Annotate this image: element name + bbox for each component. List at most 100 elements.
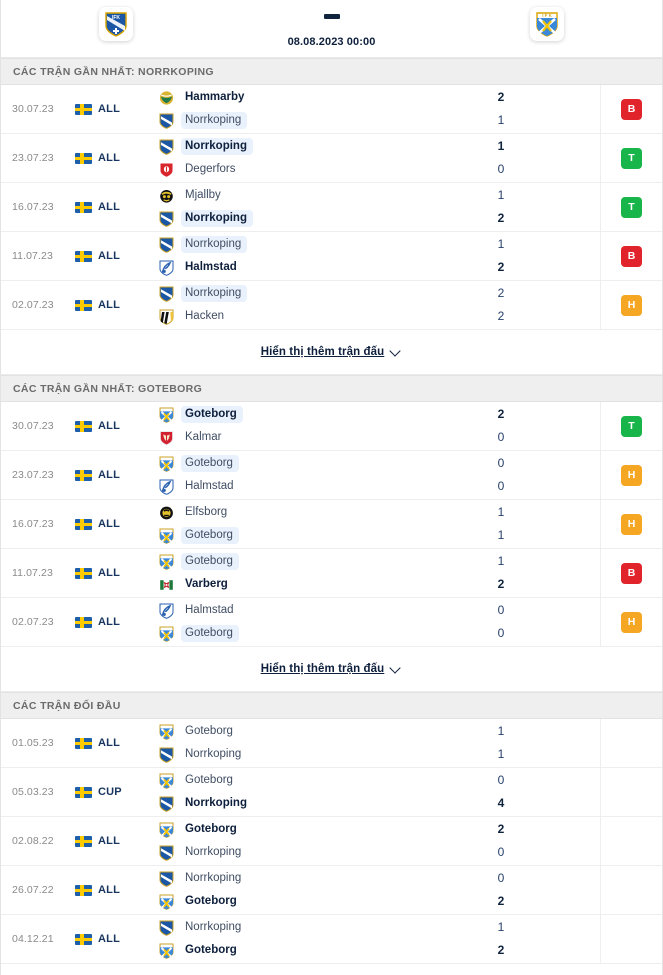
team-name[interactable]: Norrkoping	[181, 285, 248, 302]
team-line-away[interactable]: Norrkoping	[159, 844, 450, 861]
team-name[interactable]: Norrkoping	[181, 138, 253, 155]
team-line-home[interactable]: Norrkoping	[159, 919, 450, 936]
table-row[interactable]: 11.07.23 ALL Norrkoping Halmstad 1 2 B	[1, 232, 662, 281]
table-row[interactable]: 16.07.23 ALL Mjallby Norrkoping 1 2 T	[1, 183, 662, 232]
competition-cell[interactable]: ALL	[75, 719, 153, 767]
team-name[interactable]: Goteborg	[181, 527, 239, 544]
team-name[interactable]: Goteborg	[181, 553, 239, 570]
table-row[interactable]: 30.07.23 ALL Hammarby Norrkoping 2 1 B	[1, 85, 662, 134]
team-name[interactable]: Norrkoping	[181, 210, 253, 227]
table-row[interactable]: 23.07.23 ALL Norrkoping Degerfors 1 0 T	[1, 134, 662, 183]
home-team-block[interactable]: IFK	[1, 4, 231, 41]
team-line-away[interactable]: Norrkoping	[159, 746, 450, 763]
team-name[interactable]: Norrkoping	[181, 746, 247, 763]
team-name[interactable]: Goteborg	[181, 406, 243, 423]
show-more-matches-button-recent-goteborg[interactable]: Hiển thị thêm trận đấu	[1, 647, 662, 692]
team-name[interactable]: Halmstad	[181, 602, 240, 619]
table-row[interactable]: 02.07.23 ALL Halmstad Goteborg 0 0 H	[1, 598, 662, 647]
team-name[interactable]: Hacken	[181, 308, 230, 325]
team-line-home[interactable]: Goteborg	[159, 553, 450, 570]
competition-cell[interactable]: ALL	[75, 549, 153, 597]
competition-cell[interactable]: ALL	[75, 134, 153, 182]
match-date: 02.07.23	[12, 299, 54, 311]
team-name[interactable]: Kalmar	[181, 429, 227, 446]
team-line-away[interactable]: Goteborg	[159, 625, 450, 642]
competition-cell[interactable]: CUP	[75, 768, 153, 816]
table-row[interactable]: 02.07.23 ALL Norrkoping Hacken 2 2 H	[1, 281, 662, 330]
team-name[interactable]: Halmstad	[181, 259, 243, 276]
team-line-away[interactable]: Goteborg	[159, 942, 450, 959]
team-line-away[interactable]: Goteborg	[159, 893, 450, 910]
team-line-away[interactable]: Hacken	[159, 308, 450, 325]
team-name[interactable]: Varberg	[181, 576, 234, 593]
table-row[interactable]: 02.08.22 ALL Goteborg Norrkoping 2 0	[1, 817, 662, 866]
team-line-away[interactable]: Varberg	[159, 576, 450, 593]
competition-cell[interactable]: ALL	[75, 817, 153, 865]
team-line-away[interactable]: Halmstad	[159, 478, 450, 495]
competition-cell[interactable]: ALL	[75, 85, 153, 133]
away-team-block[interactable]: I F K	[432, 4, 662, 41]
competition-cell[interactable]: ALL	[75, 598, 153, 646]
goteborg-crest-icon	[159, 456, 174, 472]
competition-cell[interactable]: ALL	[75, 232, 153, 280]
team-line-away[interactable]: Kalmar	[159, 429, 450, 446]
team-name[interactable]: Norrkoping	[181, 795, 253, 812]
team-name[interactable]: Hammarby	[181, 89, 250, 106]
competition-cell[interactable]: ALL	[75, 451, 153, 499]
team-name[interactable]: Degerfors	[181, 161, 242, 178]
team-line-home[interactable]: Elfsborg	[159, 504, 450, 521]
team-line-home[interactable]: Norrkoping	[159, 870, 450, 887]
sweden-flag-icon	[75, 786, 92, 798]
team-line-home[interactable]: Goteborg	[159, 455, 450, 472]
table-row[interactable]: 01.05.23 ALL Goteborg Norrkoping 1 1	[1, 719, 662, 768]
competition-cell[interactable]: ALL	[75, 281, 153, 329]
team-line-home[interactable]: Norrkoping	[159, 236, 450, 253]
show-more-matches-button-recent-norrkoping[interactable]: Hiển thị thêm trận đấu	[1, 330, 662, 375]
team-name[interactable]: Norrkoping	[181, 844, 247, 861]
team-name[interactable]: Norrkoping	[181, 870, 247, 887]
team-line-away[interactable]: Halmstad	[159, 259, 450, 276]
team-line-away[interactable]: Norrkoping	[159, 112, 450, 129]
team-name[interactable]: Goteborg	[181, 625, 239, 642]
team-line-away[interactable]: Norrkoping	[159, 795, 450, 812]
team-line-home[interactable]: Mjallby	[159, 187, 450, 204]
team-name[interactable]: Norrkoping	[181, 112, 248, 129]
score-home: 0	[497, 773, 505, 787]
competition-cell[interactable]: ALL	[75, 915, 153, 963]
team-name[interactable]: Goteborg	[181, 772, 239, 789]
team-name[interactable]: Goteborg	[181, 893, 243, 910]
team-line-home[interactable]: Hammarby	[159, 89, 450, 106]
match-date: 11.07.23	[12, 250, 53, 262]
team-name[interactable]: Goteborg	[181, 723, 239, 740]
team-line-home[interactable]: Goteborg	[159, 821, 450, 838]
table-row[interactable]: 11.07.23 ALL Goteborg Varberg 1 2 B	[1, 549, 662, 598]
team-name[interactable]: Goteborg	[181, 455, 239, 472]
competition-cell[interactable]: ALL	[75, 866, 153, 914]
team-line-home[interactable]: Goteborg	[159, 723, 450, 740]
table-row[interactable]: 05.03.23 CUP Goteborg Norrkoping 0 4	[1, 768, 662, 817]
team-name[interactable]: Goteborg	[181, 942, 243, 959]
table-row[interactable]: 30.07.23 ALL Goteborg Kalmar 2 0 T	[1, 402, 662, 451]
team-line-home[interactable]: Norrkoping	[159, 138, 450, 155]
team-line-home[interactable]: Goteborg	[159, 772, 450, 789]
teams-cell: Goteborg Kalmar	[153, 402, 450, 450]
table-row[interactable]: 23.07.23 ALL Goteborg Halmstad 0 0 H	[1, 451, 662, 500]
team-line-home[interactable]: Goteborg	[159, 406, 450, 423]
team-name[interactable]: Norrkoping	[181, 236, 248, 253]
team-line-home[interactable]: Halmstad	[159, 602, 450, 619]
table-row[interactable]: 04.12.21 ALL Norrkoping Goteborg 1 2	[1, 915, 662, 964]
competition-cell[interactable]: ALL	[75, 500, 153, 548]
team-line-away[interactable]: Norrkoping	[159, 210, 450, 227]
competition-cell[interactable]: ALL	[75, 402, 153, 450]
team-line-away[interactable]: Goteborg	[159, 527, 450, 544]
team-line-home[interactable]: Norrkoping	[159, 285, 450, 302]
team-name[interactable]: Goteborg	[181, 821, 243, 838]
team-line-away[interactable]: Degerfors	[159, 161, 450, 178]
team-name[interactable]: Mjallby	[181, 187, 227, 204]
team-name[interactable]: Norrkoping	[181, 919, 247, 936]
team-name[interactable]: Halmstad	[181, 478, 240, 495]
competition-cell[interactable]: ALL	[75, 183, 153, 231]
team-name[interactable]: Elfsborg	[181, 504, 233, 521]
table-row[interactable]: 26.07.22 ALL Norrkoping Goteborg 0 2	[1, 866, 662, 915]
table-row[interactable]: 16.07.23 ALL Elfsborg Goteborg 1 1 H	[1, 500, 662, 549]
